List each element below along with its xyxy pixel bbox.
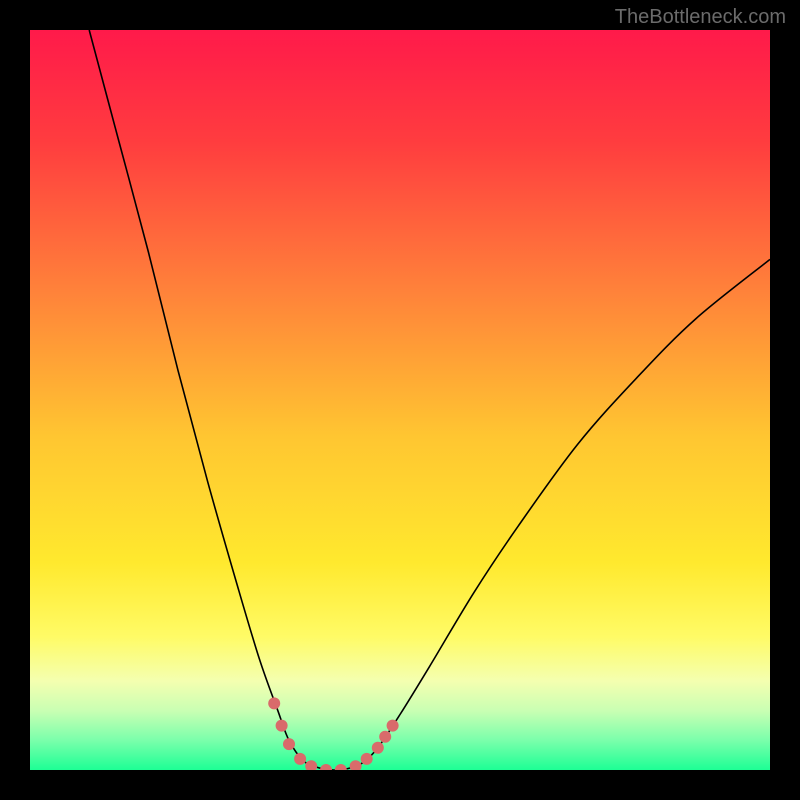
- chart-plot-area: [30, 30, 770, 770]
- marker-point: [320, 764, 332, 770]
- marker-point: [276, 720, 288, 732]
- marker-point: [268, 697, 280, 709]
- curve-markers: [268, 697, 398, 770]
- bottleneck-curve: [89, 30, 770, 770]
- watermark-text: TheBottleneck.com: [615, 6, 786, 29]
- chart-lines: [30, 30, 770, 770]
- marker-point: [350, 760, 362, 770]
- marker-point: [335, 764, 347, 770]
- marker-point: [305, 760, 317, 770]
- marker-point: [387, 720, 399, 732]
- marker-point: [372, 742, 384, 754]
- marker-point: [283, 738, 295, 750]
- marker-point: [361, 753, 373, 765]
- marker-point: [294, 753, 306, 765]
- marker-point: [379, 731, 391, 743]
